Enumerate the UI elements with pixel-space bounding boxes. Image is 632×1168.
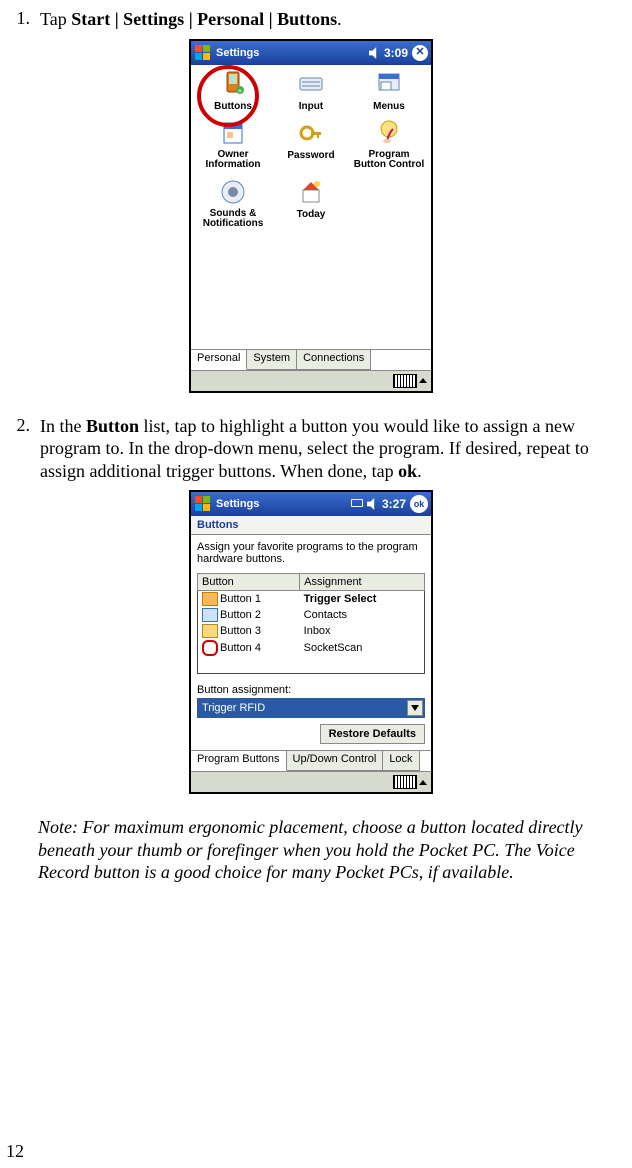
volume-icon[interactable]: [369, 47, 381, 59]
clock: 3:09: [384, 46, 408, 60]
tab-bar-2: Program Buttons Up/Down Control Lock: [191, 750, 431, 771]
tab-system[interactable]: System: [247, 350, 297, 370]
volume-icon[interactable]: [367, 498, 379, 510]
connectivity-icon[interactable]: [350, 499, 364, 509]
table-row[interactable]: Button 3 Inbox: [198, 623, 425, 639]
tab-connections[interactable]: Connections: [297, 350, 371, 370]
keyboard-icon[interactable]: [393, 775, 417, 789]
window-title: Settings: [216, 498, 350, 510]
tab-program-buttons[interactable]: Program Buttons: [191, 751, 287, 771]
titlebar: Settings 3:09 ✕: [191, 41, 431, 65]
screenshot-1: Settings 3:09 ✕ + Buttons Input: [0, 39, 622, 393]
owner-info-icon[interactable]: Owner Information: [195, 118, 271, 171]
titlebar-2: Settings 3:27 ok: [191, 492, 431, 516]
svg-text:+: +: [238, 89, 242, 95]
col-button[interactable]: Button: [198, 574, 300, 591]
row-icon: [202, 624, 218, 638]
tab-personal[interactable]: Personal: [191, 350, 247, 370]
page-number: 12: [6, 1141, 24, 1162]
sounds-icon[interactable]: Sounds & Notifications: [195, 177, 271, 230]
input-icon[interactable]: Input: [273, 69, 349, 112]
sip-bar: [191, 370, 431, 391]
program-button-control-icon[interactable]: Program Button Control: [351, 118, 427, 171]
start-icon[interactable]: [194, 44, 212, 62]
sip-arrow-icon[interactable]: [419, 780, 427, 785]
step-2: 2. In the Button list, tap to highlight …: [0, 415, 622, 483]
step-2-num: 2.: [0, 415, 40, 483]
row-icon: [202, 608, 218, 622]
row-icon: [202, 640, 218, 656]
screenshot-2: Settings 3:27 ok Buttons Assign your fav…: [0, 490, 622, 794]
buttons-icon[interactable]: + Buttons: [195, 69, 271, 112]
clock: 3:27: [382, 497, 406, 511]
screen-subtitle: Buttons: [191, 516, 431, 535]
sip-arrow-icon[interactable]: [419, 378, 427, 383]
start-icon[interactable]: [194, 495, 212, 513]
chevron-down-icon[interactable]: [407, 700, 423, 716]
table-row[interactable]: Button 2 Contacts: [198, 607, 425, 623]
window-title: Settings: [216, 47, 369, 59]
tab-lock[interactable]: Lock: [383, 751, 419, 771]
restore-defaults-button[interactable]: Restore Defaults: [320, 724, 425, 744]
note-text: Note: For maximum ergonomic placement, c…: [38, 816, 618, 884]
button-table[interactable]: Button Assignment Button 1 Trigger Selec…: [197, 573, 425, 674]
today-icon[interactable]: Today: [273, 177, 349, 230]
table-row[interactable]: Button 1 Trigger Select: [198, 591, 425, 608]
step-1-text: Tap Start | Settings | Personal | Button…: [40, 8, 622, 31]
step-1: 1. Tap Start | Settings | Personal | But…: [0, 8, 622, 31]
menus-icon[interactable]: Menus: [351, 69, 427, 112]
assignment-label: Button assignment:: [197, 684, 425, 696]
ok-button[interactable]: ok: [410, 495, 428, 513]
sip-bar: [191, 771, 431, 792]
col-assignment[interactable]: Assignment: [300, 574, 425, 591]
step-1-num: 1.: [0, 8, 40, 31]
password-icon[interactable]: Password: [273, 118, 349, 171]
keyboard-icon[interactable]: [393, 374, 417, 388]
assignment-dropdown[interactable]: Trigger RFID: [197, 698, 425, 718]
close-button[interactable]: ✕: [412, 45, 428, 61]
row-icon: [202, 592, 218, 606]
tab-bar: Personal System Connections: [191, 349, 431, 370]
table-row[interactable]: Button 4 SocketScan: [198, 639, 425, 657]
tab-updown[interactable]: Up/Down Control: [287, 751, 384, 771]
step-2-text: In the Button list, tap to highlight a b…: [40, 415, 622, 483]
instruction-text: Assign your favorite programs to the pro…: [197, 541, 425, 565]
